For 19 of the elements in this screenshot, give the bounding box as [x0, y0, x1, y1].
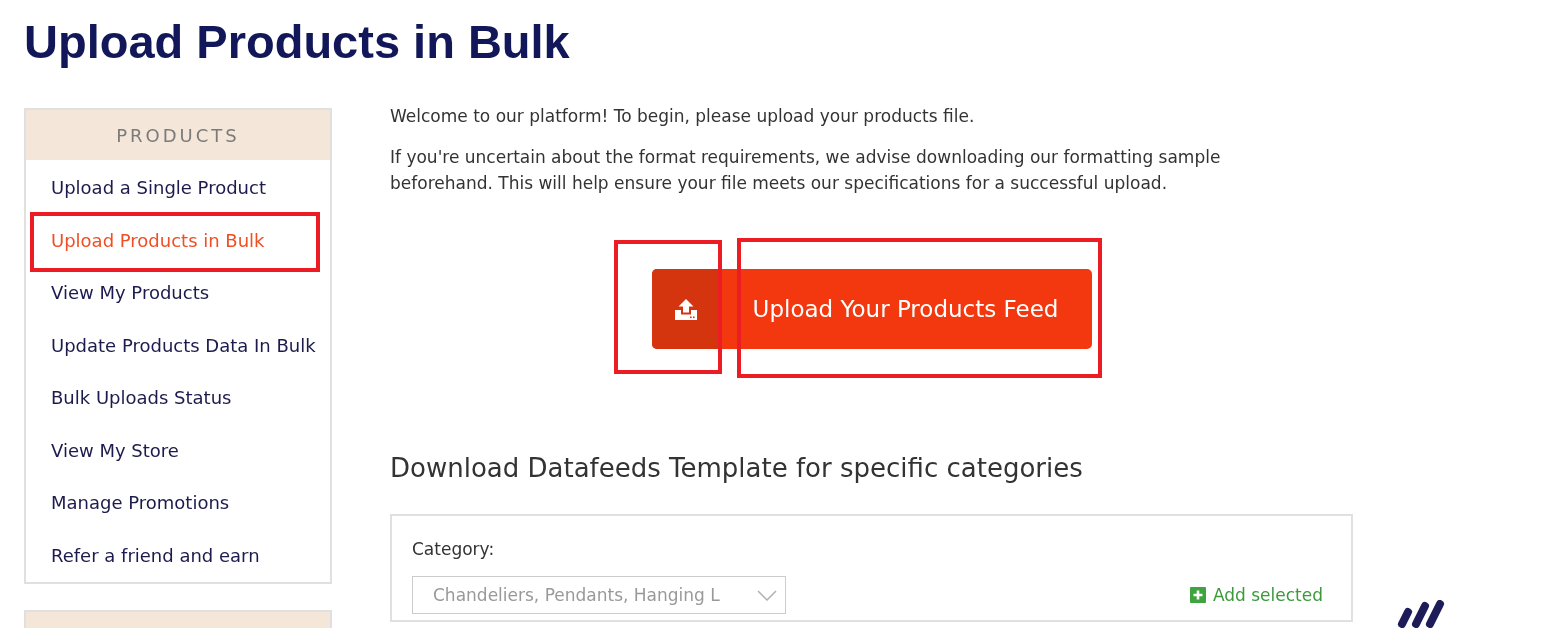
sidebar-link[interactable]: Upload a Single Product	[26, 162, 330, 215]
page-title: Upload Products in Bulk	[24, 14, 571, 70]
panel-heading: PRODUCTS	[26, 110, 330, 160]
field-label: Category:	[412, 538, 496, 561]
sidebar-link[interactable]: View My Store	[26, 424, 330, 477]
sidebar-link[interactable]: Upload Products in Bulk	[26, 214, 330, 267]
intro-text: Welcome to our platform! To begin, please upload your products file.	[390, 105, 976, 128]
sidebar-link[interactable]: Manage Promotions	[26, 477, 330, 530]
add-selected-link[interactable]: Add selected	[1189, 585, 1323, 605]
upload-icon	[674, 298, 697, 320]
intro-text: If you're uncertain about the format requirements, we advise downloading our formatting sample beforehand. This will help ensure your file meets our specifications for a successful upload.	[390, 146, 1222, 195]
sidebar-link[interactable]: Bulk Uploads Status	[26, 372, 330, 425]
upload-button[interactable]: Upload Your Products Feed	[651, 269, 1092, 349]
section-heading: Download Datafeeds Template for specific categories	[390, 452, 1084, 485]
sidebar-link[interactable]: Update Products Data In Bulk	[26, 319, 330, 372]
plus-icon	[1189, 587, 1206, 603]
sidebar-link[interactable]: Refer a friend and earn	[26, 529, 330, 582]
chevron-down-icon	[757, 589, 777, 601]
sidebar-link[interactable]: View My Products	[26, 267, 330, 320]
